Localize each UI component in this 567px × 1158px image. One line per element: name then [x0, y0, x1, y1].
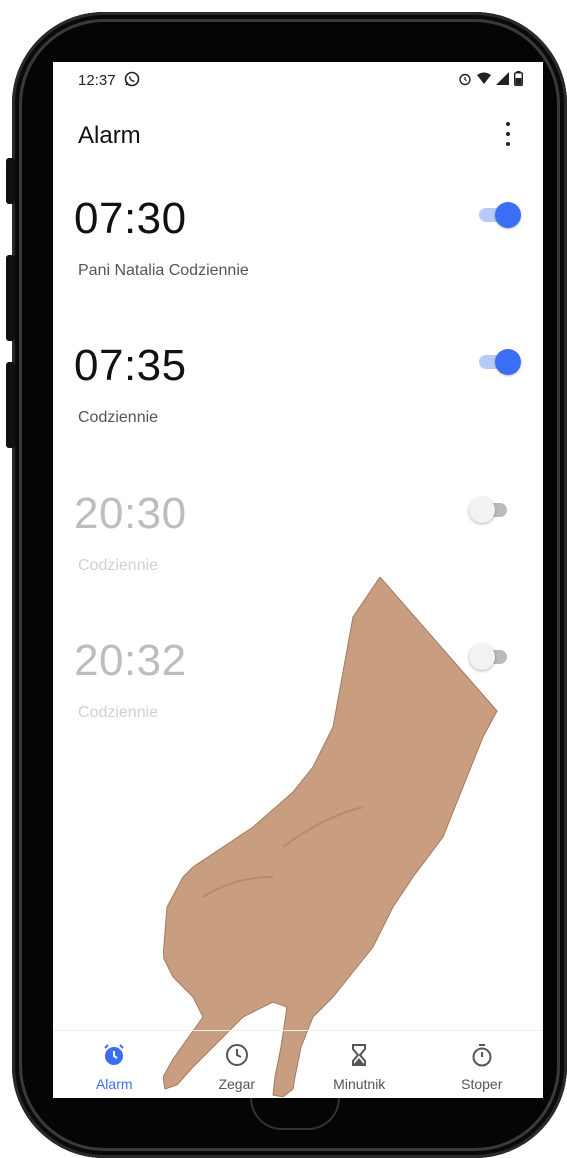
alarm-row[interactable]: 07:35 Codziennie — [53, 341, 543, 481]
nav-label: Alarm — [95, 1076, 133, 1092]
alarm-time: 07:35 — [74, 341, 187, 390]
more-options-icon[interactable] — [503, 122, 513, 146]
alarm-clock-icon — [102, 1043, 126, 1072]
wifi-icon — [477, 72, 491, 90]
alarm-toggle[interactable] — [479, 202, 521, 228]
status-bar: 12:37 — [53, 62, 543, 98]
nav-item-minutnik[interactable]: Minutnik — [298, 1031, 421, 1098]
clock-icon — [225, 1043, 249, 1072]
alarm-label: Pani Natalia Codziennie — [78, 262, 249, 279]
screen: 12:37 Alarm 07:30 Pani Natalia Codzienni… — [53, 62, 543, 1098]
hand-pointer-overlay — [163, 577, 498, 1097]
alarm-label: Codziennie — [78, 557, 159, 574]
alarm-label: Codziennie — [78, 409, 159, 426]
nav-label: Zegar — [218, 1076, 256, 1092]
hourglass-icon — [347, 1043, 371, 1072]
signal-icon — [496, 72, 509, 90]
status-time: 12:37 — [78, 72, 116, 89]
phone-side-button — [6, 158, 15, 204]
alarm-toggle[interactable] — [479, 349, 521, 375]
nav-label: Stoper — [461, 1076, 503, 1092]
battery-icon — [513, 71, 523, 91]
nav-item-alarm[interactable]: Alarm — [53, 1031, 176, 1098]
nav-item-stoper[interactable]: Stoper — [421, 1031, 544, 1098]
alarm-time: 20:30 — [74, 489, 187, 538]
bottom-navigation: Alarm Zegar Minutnik Stoper — [53, 1030, 543, 1098]
phone-volume-up-button — [6, 255, 15, 341]
phone-volume-down-button — [6, 362, 15, 448]
page-title: Alarm — [78, 122, 141, 149]
whatsapp-icon — [124, 71, 140, 92]
nav-item-zegar[interactable]: Zegar — [176, 1031, 299, 1098]
alarm-status-icon — [458, 72, 472, 91]
status-icons — [458, 71, 523, 91]
stopwatch-icon — [470, 1043, 494, 1072]
alarm-row[interactable]: 07:30 Pani Natalia Codziennie — [53, 194, 543, 334]
nav-label: Minutnik — [333, 1076, 386, 1092]
alarm-toggle[interactable] — [469, 497, 511, 523]
alarm-label: Codziennie — [78, 704, 159, 721]
alarm-time: 07:30 — [74, 194, 187, 243]
